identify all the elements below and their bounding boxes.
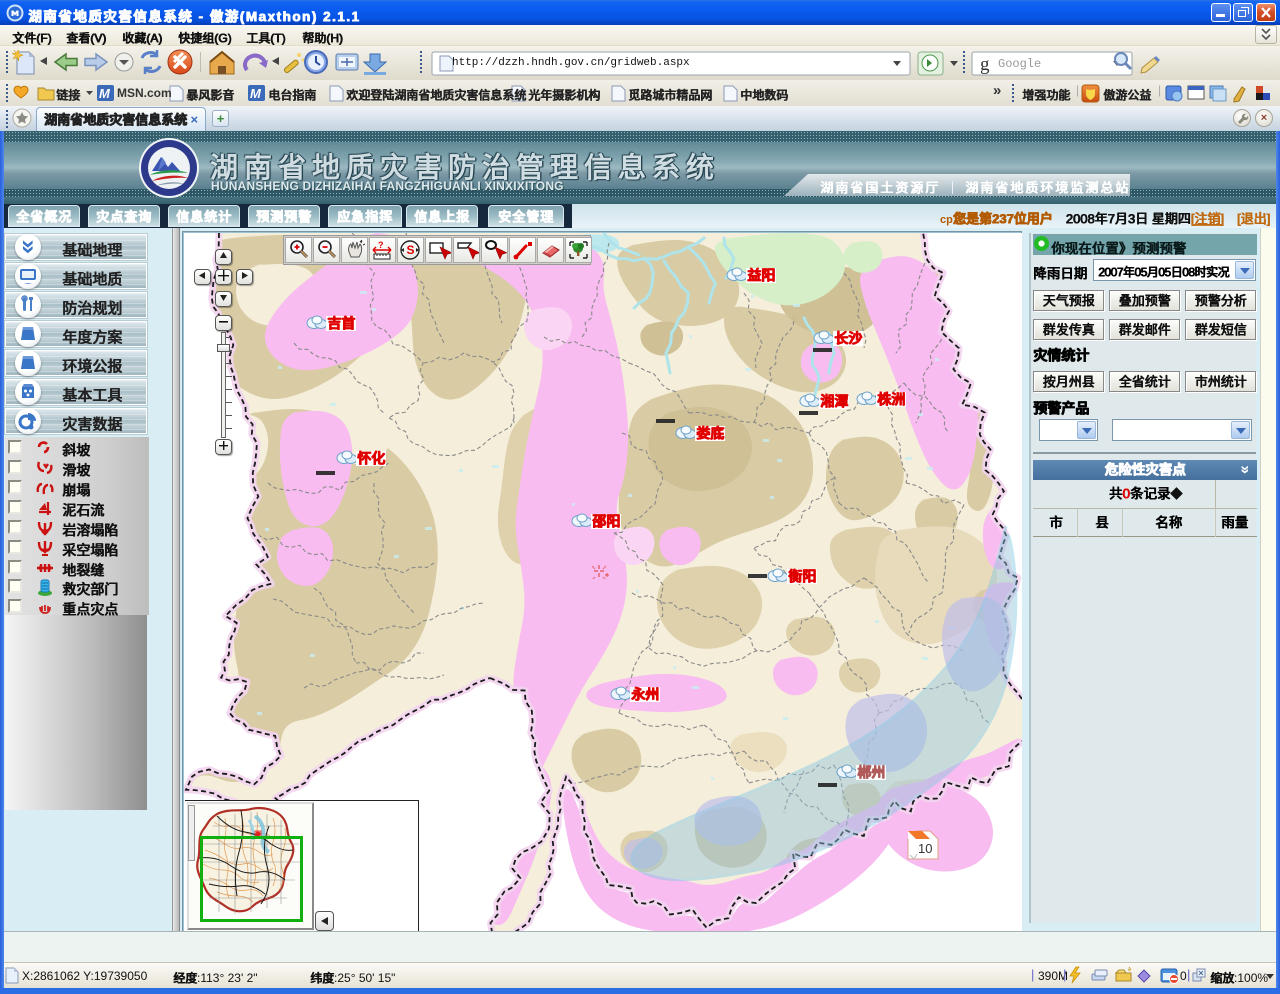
svg-text:g: g bbox=[980, 54, 990, 75]
svg-text:?: ? bbox=[378, 240, 384, 250]
svg-text:Google: Google bbox=[998, 57, 1041, 71]
svg-text:M: M bbox=[99, 86, 111, 101]
svg-text:M: M bbox=[250, 86, 262, 101]
svg-text:10: 10 bbox=[918, 841, 932, 856]
svg-text:S: S bbox=[407, 243, 415, 257]
